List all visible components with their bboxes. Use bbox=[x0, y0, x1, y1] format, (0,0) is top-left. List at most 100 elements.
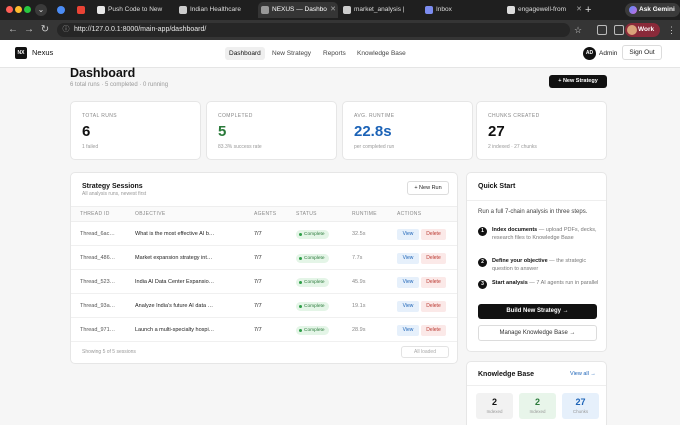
column-header: THREAD ID bbox=[80, 211, 110, 217]
nav-dashboard[interactable]: Dashboard bbox=[225, 47, 265, 60]
browser-tab-strip: ⌄ Push Code to New Indian Healthcare NEX… bbox=[0, 0, 680, 20]
pinned-tab-gmail[interactable] bbox=[74, 2, 88, 18]
ask-gemini-label: Ask Gemini bbox=[639, 6, 675, 13]
url-text: http://127.0.0.1:8000/main-app/dashboard… bbox=[74, 26, 207, 33]
table-row: Thread_523… India AI Data Center Expansi… bbox=[71, 270, 457, 294]
column-header: OBJECTIVE bbox=[135, 211, 166, 217]
all-loaded-button[interactable]: All loaded bbox=[401, 346, 449, 358]
tab-search-chevron-icon[interactable]: ⌄ bbox=[35, 4, 47, 16]
stat-label: TOTAL RUNS bbox=[82, 113, 118, 119]
step-number: 2 bbox=[478, 258, 487, 267]
side-panel-icon[interactable] bbox=[614, 25, 624, 35]
step-text: Start analysis — 7 AI agents run in para… bbox=[492, 279, 600, 287]
kb-stat-box: 27 Chunks bbox=[562, 393, 599, 419]
browser-tab[interactable]: engagewell-from ✕ bbox=[504, 2, 584, 18]
objective-cell: What is the most effective AI b… bbox=[135, 231, 215, 237]
kb-stat-label: Indexed bbox=[529, 409, 546, 414]
delete-button[interactable]: Delete bbox=[421, 301, 446, 312]
profile-label: Work bbox=[638, 26, 655, 33]
view-button[interactable]: View bbox=[397, 301, 419, 312]
nav-new-strategy[interactable]: New Strategy bbox=[272, 47, 311, 60]
nav-knowledge-base[interactable]: Knowledge Base bbox=[357, 47, 406, 60]
column-header: ACTIONS bbox=[397, 211, 422, 217]
new-run-button[interactable]: + New Run bbox=[407, 181, 449, 195]
status-badge: Complete bbox=[296, 254, 329, 263]
ask-gemini-button[interactable]: Ask Gemini bbox=[625, 3, 680, 17]
build-new-strategy-button[interactable]: Build New Strategy → bbox=[478, 304, 597, 319]
window-minimize-button[interactable] bbox=[15, 6, 22, 13]
extensions-icon[interactable] bbox=[597, 25, 607, 35]
browser-tab[interactable]: Push Code to New bbox=[94, 2, 174, 18]
browser-tab[interactable]: Inbox bbox=[422, 2, 502, 18]
view-button[interactable]: View bbox=[397, 253, 419, 264]
browser-tab[interactable]: market_analysis | bbox=[340, 2, 420, 18]
delete-button[interactable]: Delete bbox=[421, 253, 446, 264]
kb-stat-box: 2 Indexed bbox=[519, 393, 556, 419]
column-header: AGENTS bbox=[254, 211, 277, 217]
table-row: Thread_93a… Analyze India's future AI da… bbox=[71, 294, 457, 318]
status-dot-icon bbox=[299, 233, 302, 236]
thread-id-cell: Thread_971… bbox=[80, 327, 116, 333]
forward-arrow-icon[interactable]: → bbox=[22, 23, 36, 37]
delete-button[interactable]: Delete bbox=[421, 325, 446, 336]
doc-icon bbox=[179, 6, 187, 14]
manage-knowledge-base-button[interactable]: Manage Knowledge Base → bbox=[478, 325, 597, 341]
table-row: Thread_971… Launch a multi-specialty hos… bbox=[71, 318, 457, 342]
knowledge-base-title: Knowledge Base bbox=[478, 371, 535, 378]
pinned-tab[interactable] bbox=[54, 2, 68, 18]
address-bar[interactable]: ⓘ http://127.0.0.1:8000/main-app/dashboa… bbox=[57, 23, 570, 37]
nexus-logo[interactable]: NX bbox=[15, 47, 27, 59]
status-label: Complete bbox=[304, 232, 325, 237]
view-all-link[interactable]: View all → bbox=[570, 370, 596, 379]
page-subtitle: 6 total runs · 5 completed · 0 running bbox=[70, 82, 169, 88]
github-icon bbox=[97, 6, 105, 14]
view-button[interactable]: View bbox=[397, 277, 419, 288]
tab-close-icon[interactable]: ✕ bbox=[330, 2, 336, 18]
quick-start-title: Quick Start bbox=[478, 183, 516, 190]
stat-card-completed: COMPLETED 5 83.3% success rate bbox=[206, 101, 337, 160]
tab-label: engagewell-from bbox=[518, 6, 567, 13]
stat-value: 22.8s bbox=[354, 123, 392, 140]
sessions-title: Strategy Sessions bbox=[82, 183, 143, 190]
site-info-icon[interactable]: ⓘ bbox=[61, 25, 71, 35]
stat-label: AVG. RUNTIME bbox=[354, 113, 395, 119]
window-close-button[interactable] bbox=[6, 6, 13, 13]
window-maximize-button[interactable] bbox=[24, 6, 31, 13]
status-dot-icon bbox=[299, 305, 302, 308]
stat-note: 2 indexed · 27 chunks bbox=[488, 144, 537, 150]
bookmark-star-icon[interactable]: ☆ bbox=[574, 23, 582, 37]
kb-stat-label: Chunks bbox=[572, 409, 589, 414]
status-dot-icon bbox=[299, 257, 302, 260]
thread-id-cell: Thread_93a… bbox=[80, 303, 116, 309]
sign-out-button[interactable]: Sign Out bbox=[622, 45, 662, 60]
back-arrow-icon[interactable]: ← bbox=[6, 23, 20, 37]
user-avatar[interactable]: AD bbox=[583, 47, 596, 60]
profile-button[interactable]: Work bbox=[625, 23, 660, 37]
status-label: Complete bbox=[304, 304, 325, 309]
view-button[interactable]: View bbox=[397, 229, 419, 240]
browser-toolbar: ← → ↻ ⓘ http://127.0.0.1:8000/main-app/d… bbox=[0, 20, 680, 40]
nav-reports[interactable]: Reports bbox=[323, 47, 346, 60]
browser-tab-active[interactable]: NEXUS — Dashbo ✕ bbox=[258, 2, 338, 18]
tab-close-icon[interactable]: ✕ bbox=[576, 2, 582, 18]
status-badge: Complete bbox=[296, 326, 329, 335]
gemini-icon bbox=[629, 6, 637, 14]
delete-button[interactable]: Delete bbox=[421, 229, 446, 240]
step-number: 3 bbox=[478, 280, 487, 289]
page-title: Dashboard bbox=[70, 66, 136, 80]
new-strategy-button[interactable]: + New Strategy bbox=[549, 75, 607, 88]
column-header: RUNTIME bbox=[352, 211, 377, 217]
objective-cell: Analyze India's future AI data … bbox=[135, 303, 214, 309]
objective-cell: India AI Data Center Expansio… bbox=[135, 279, 215, 285]
view-button[interactable]: View bbox=[397, 325, 419, 336]
runtime-cell: 7.7s bbox=[352, 255, 363, 261]
agents-cell: 7/7 bbox=[254, 279, 262, 285]
reload-icon[interactable]: ↻ bbox=[38, 23, 52, 37]
runtime-cell: 45.9s bbox=[352, 279, 366, 285]
new-tab-plus-icon[interactable]: + bbox=[585, 3, 591, 17]
table-row: Thread_486… Market expansion strategy in… bbox=[71, 246, 457, 270]
browser-menu-icon[interactable]: ⋮ bbox=[667, 23, 676, 37]
step-title: Index documents bbox=[492, 227, 538, 233]
delete-button[interactable]: Delete bbox=[421, 277, 446, 288]
browser-tab[interactable]: Indian Healthcare bbox=[176, 2, 256, 18]
